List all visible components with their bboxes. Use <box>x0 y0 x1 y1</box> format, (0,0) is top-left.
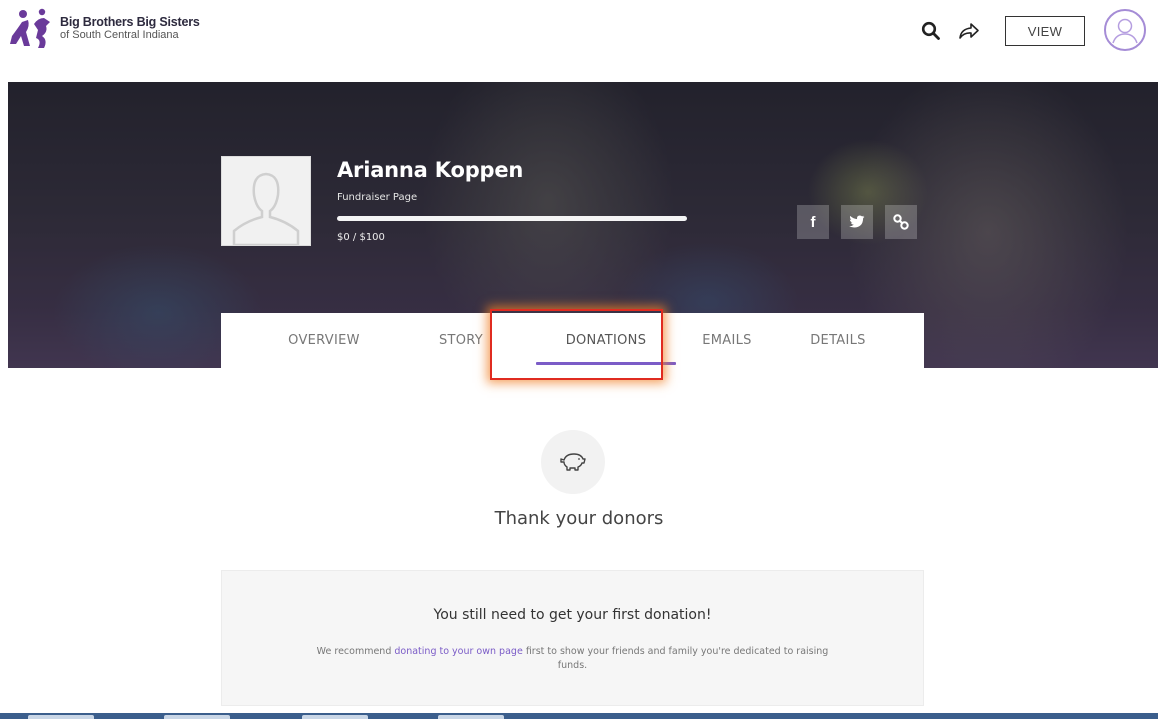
search-button[interactable] <box>918 18 944 44</box>
user-avatar-icon <box>1112 18 1138 44</box>
tab-spacer <box>495 313 536 368</box>
tab-donations[interactable]: DONATIONS <box>536 313 676 368</box>
taskbar-button[interactable] <box>302 715 368 719</box>
tab-overview[interactable]: OVERVIEW <box>221 313 427 368</box>
share-icon <box>959 23 979 39</box>
logo-subtitle: of South Central Indiana <box>60 29 179 41</box>
bbbs-logo-icon <box>10 8 50 48</box>
amount-raised: $0 / $100 <box>337 232 385 243</box>
active-tab-underline <box>536 362 676 365</box>
facebook-share-button[interactable]: f <box>797 205 829 239</box>
donate-own-page-link[interactable]: donating to your own page <box>394 646 522 657</box>
taskbar-button[interactable] <box>28 715 94 719</box>
tab-emails[interactable]: EMAILS <box>676 313 778 368</box>
search-icon <box>921 21 940 40</box>
facebook-icon: f <box>810 213 816 231</box>
tab-label: DETAILS <box>810 333 866 348</box>
page-type: Fundraiser Page <box>337 192 418 203</box>
tab-bar: OVERVIEW STORY DONATIONS EMAILS DETAILS <box>221 313 924 368</box>
taskbar-button[interactable] <box>164 715 230 719</box>
tab-label: EMAILS <box>702 333 752 348</box>
description-prefix: We recommend <box>316 646 395 657</box>
twitter-icon <box>849 215 865 228</box>
tab-label: OVERVIEW <box>288 333 360 348</box>
tab-label: DONATIONS <box>565 333 647 348</box>
share-button[interactable] <box>956 18 982 44</box>
piggy-bank-icon <box>560 453 586 471</box>
tab-details[interactable]: DETAILS <box>778 313 898 368</box>
section-heading: Thank your donors <box>494 508 664 529</box>
twitter-share-button[interactable] <box>841 205 873 239</box>
empty-donations-title: You still need to get your first donatio… <box>433 607 712 623</box>
user-avatar[interactable] <box>1104 9 1146 51</box>
description-suffix: first to show your friends and family yo… <box>522 646 829 671</box>
empty-donations-panel: You still need to get your first donatio… <box>221 570 924 706</box>
progress-bar <box>337 216 687 221</box>
link-icon <box>893 214 909 230</box>
empty-donations-description: We recommend donating to your own page f… <box>302 645 843 673</box>
taskbar-button[interactable] <box>438 715 504 719</box>
user-placeholder-icon <box>232 172 300 245</box>
tab-label: STORY <box>438 333 484 348</box>
logo-title: Big Brothers Big Sisters <box>60 15 200 29</box>
tab-story[interactable]: STORY <box>427 313 495 368</box>
view-button[interactable]: VIEW <box>1005 16 1085 46</box>
top-bar: Big Brothers Big Sisters of South Centra… <box>0 0 1158 82</box>
logo[interactable]: Big Brothers Big Sisters of South Centra… <box>8 6 200 52</box>
profile-photo <box>221 156 311 246</box>
fundraiser-name: Arianna Koppen <box>337 158 524 182</box>
piggy-bank-badge <box>541 430 605 494</box>
copy-link-button[interactable] <box>885 205 917 239</box>
